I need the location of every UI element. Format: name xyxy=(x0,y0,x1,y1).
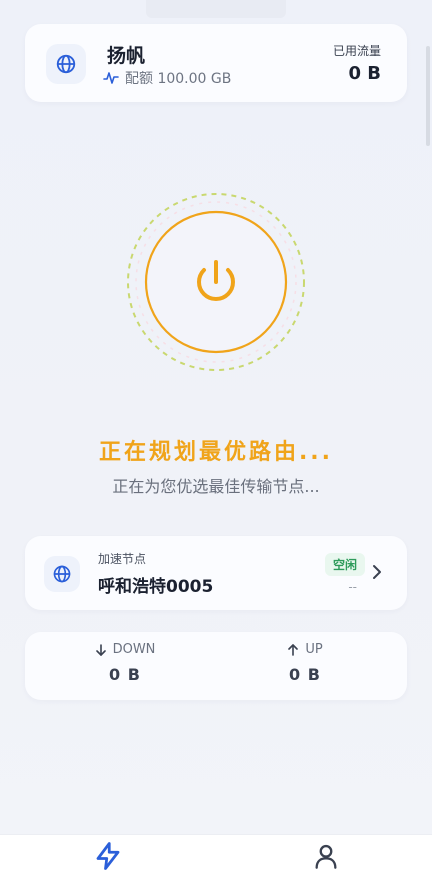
power-button[interactable] xyxy=(146,212,286,352)
globe-icon xyxy=(44,556,80,592)
node-selector[interactable]: 加速节点 呼和浩特0005 空闲 -- xyxy=(25,536,407,610)
used-traffic-value: 0 B xyxy=(348,63,381,84)
status-subtitle: 正在为您优选最佳传输节点... xyxy=(112,477,320,496)
tab-home[interactable] xyxy=(88,839,128,872)
status-badge: 空闲 xyxy=(324,553,365,576)
tab-bar xyxy=(0,834,432,872)
latency-value: -- xyxy=(348,580,357,594)
user-icon xyxy=(315,844,337,869)
status-notch xyxy=(146,0,286,18)
home-screen: 扬帆 配额 100.00 GB 已用流量 0 B 正在规划最优路由... 正在为… xyxy=(0,0,432,872)
upload-label: UP xyxy=(305,642,323,657)
arrow-down-icon xyxy=(95,643,106,656)
tab-profile[interactable] xyxy=(306,839,346,872)
chevron-right-icon xyxy=(373,565,381,579)
connection-ring xyxy=(124,190,308,374)
node-name: 呼和浩特0005 xyxy=(98,577,214,597)
upload-value: 0 B xyxy=(289,665,321,684)
status-title: 正在规划最优路由... xyxy=(98,440,334,465)
arrow-up-icon xyxy=(288,643,299,656)
activity-icon xyxy=(103,72,119,84)
plan-card: 扬帆 配额 100.00 GB 已用流量 0 B xyxy=(25,24,407,102)
traffic-card: DOWN 0 B UP 0 B xyxy=(25,632,407,700)
plan-name: 扬帆 xyxy=(107,45,146,67)
quota-text: 配额 100.00 GB xyxy=(125,71,232,87)
upload-stat: UP 0 B xyxy=(235,642,375,684)
scrollbar[interactable] xyxy=(426,46,430,146)
used-traffic-label: 已用流量 xyxy=(332,44,381,58)
globe-icon xyxy=(46,44,86,84)
node-label: 加速节点 xyxy=(98,552,147,566)
download-stat: DOWN 0 B xyxy=(55,642,195,684)
quota-row: 配额 100.00 GB xyxy=(103,68,231,88)
lightning-icon xyxy=(96,842,120,870)
download-label: DOWN xyxy=(112,642,156,657)
download-value: 0 B xyxy=(109,665,141,684)
